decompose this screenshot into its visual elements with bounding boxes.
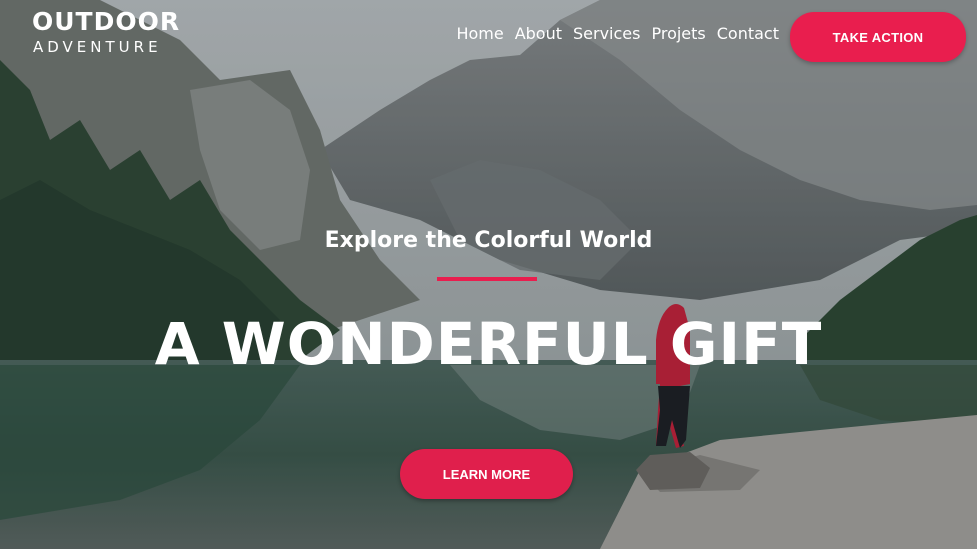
main-nav: Home About Services Projets Contact: [456, 24, 779, 44]
nav-item-contact[interactable]: Contact: [717, 24, 779, 44]
nav-item-projets[interactable]: Projets: [651, 24, 705, 44]
hero-headline: A WONDERFUL GIFT: [154, 310, 823, 378]
brand-line-1: OUTDOOR: [32, 7, 181, 36]
brand-logo[interactable]: OUTDOOR ADVENTURE: [32, 8, 180, 57]
take-action-button[interactable]: TAKE ACTION: [790, 12, 966, 62]
nav-item-about[interactable]: About: [515, 24, 562, 44]
brand-line-2: ADVENTURE: [33, 38, 162, 56]
hero-subtitle: Explore the Colorful World: [324, 228, 653, 253]
learn-more-button[interactable]: LEARN MORE: [400, 449, 573, 499]
nav-item-services[interactable]: Services: [573, 24, 640, 44]
nav-item-home[interactable]: Home: [456, 24, 503, 44]
hero-divider: [437, 277, 537, 281]
